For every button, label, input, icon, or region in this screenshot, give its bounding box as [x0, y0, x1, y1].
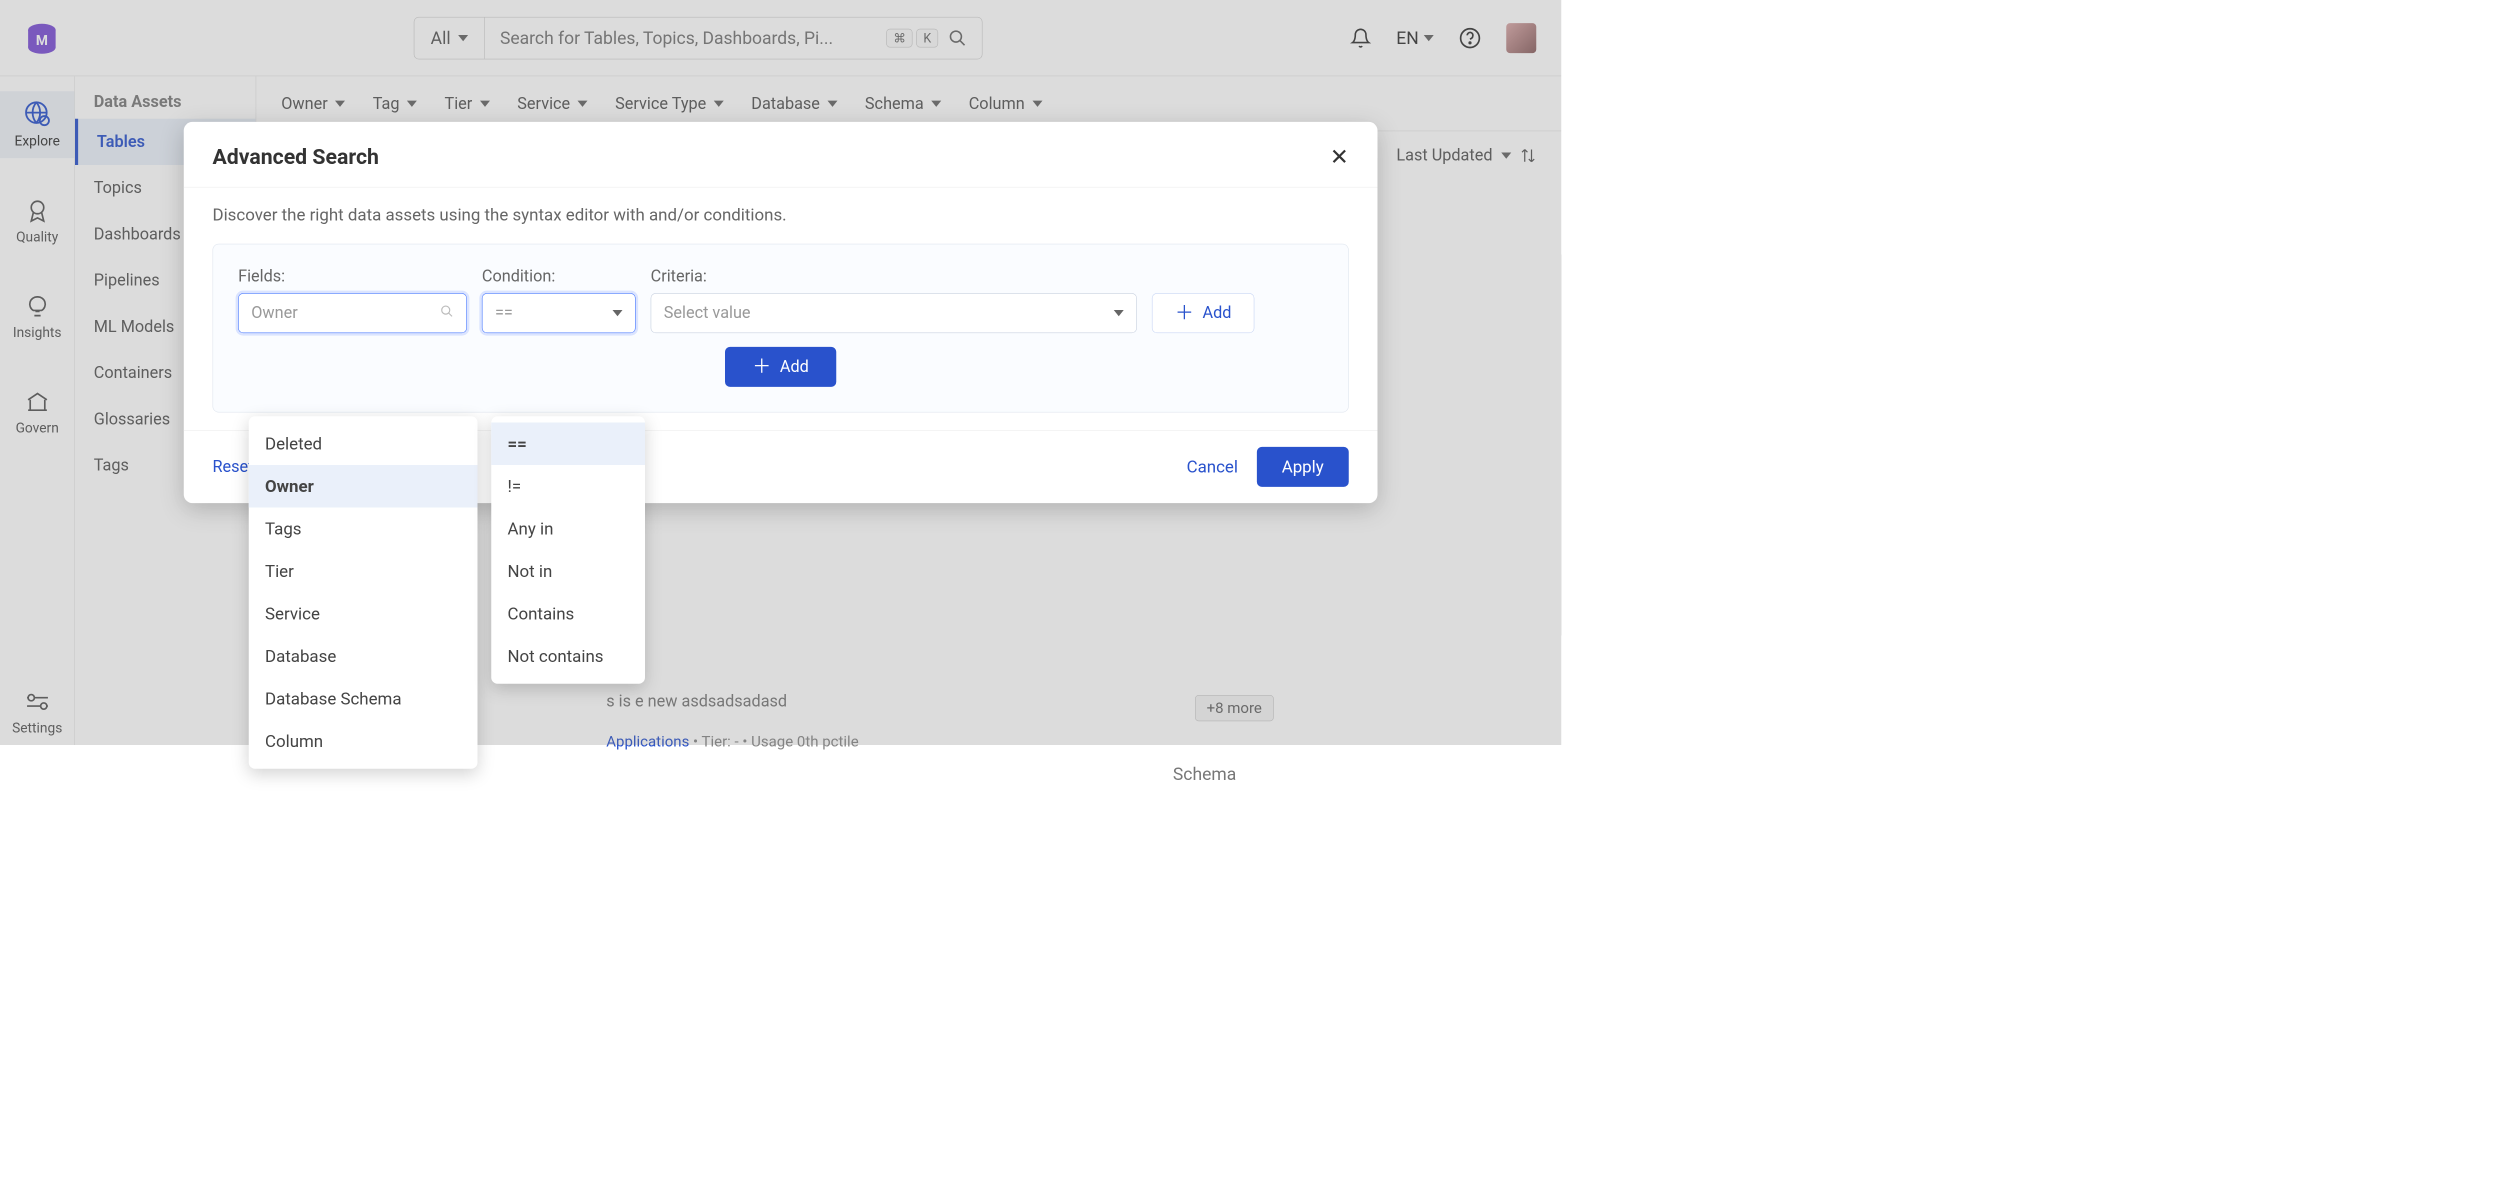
fields-option[interactable]: Database [249, 635, 478, 678]
fields-option[interactable]: Database Schema [249, 678, 478, 721]
fields-label: Fields: [238, 267, 467, 286]
condition-option[interactable]: Not contains [491, 635, 645, 678]
add-condition-button[interactable]: ＋ Add [1152, 293, 1255, 333]
condition-option[interactable]: == [491, 423, 645, 466]
fields-option[interactable]: Owner [249, 465, 478, 508]
modal-title: Advanced Search [213, 144, 379, 169]
criteria-label: Criteria: [651, 267, 1137, 286]
plus-icon: ＋ [752, 358, 771, 377]
modal-hint: Discover the right data assets using the… [213, 205, 1349, 225]
condition-dropdown: ==!=Any inNot inContainsNot contains [491, 416, 645, 684]
condition-option[interactable]: Any in [491, 508, 645, 551]
fields-option[interactable]: Service [249, 593, 478, 636]
fields-option[interactable]: Tags [249, 508, 478, 551]
fields-option[interactable]: Column [249, 720, 478, 763]
fields-option[interactable]: Tier [249, 550, 478, 593]
fields-select[interactable]: Owner [238, 293, 467, 333]
chevron-down-icon [613, 310, 623, 316]
close-icon[interactable]: ✕ [1330, 146, 1349, 169]
criteria-select[interactable]: Select value [651, 293, 1137, 333]
condition-option[interactable]: != [491, 465, 645, 508]
schema-section-label: Schema [1173, 764, 1236, 785]
modal-overlay: Advanced Search ✕ Discover the right dat… [0, 0, 1561, 745]
chevron-down-icon [1114, 310, 1124, 316]
fields-option[interactable]: Deleted [249, 423, 478, 466]
condition-label: Condition: [482, 267, 636, 286]
search-icon [440, 304, 454, 323]
cancel-button[interactable]: Cancel [1187, 457, 1238, 477]
plus-icon: ＋ [1175, 304, 1194, 323]
condition-select[interactable]: == [482, 293, 636, 333]
fields-dropdown: DeletedOwnerTagsTierServiceDatabaseDatab… [249, 416, 478, 769]
condition-option[interactable]: Contains [491, 593, 645, 636]
add-row-button[interactable]: ＋ Add [725, 347, 836, 387]
condition-option[interactable]: Not in [491, 550, 645, 593]
reset-button[interactable]: Reset [213, 458, 254, 477]
apply-button[interactable]: Apply [1257, 447, 1349, 487]
